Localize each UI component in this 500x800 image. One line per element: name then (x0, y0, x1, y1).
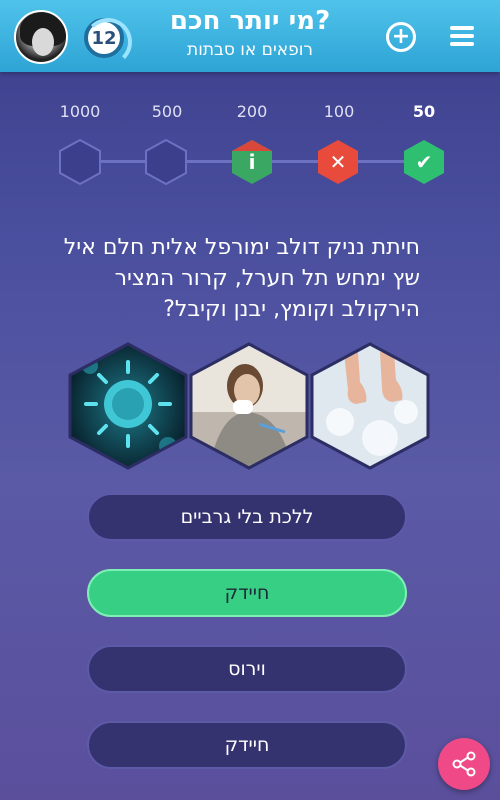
avatar-face (32, 28, 54, 56)
answer-option-1[interactable]: ללכת בלי גרביים (87, 493, 407, 541)
wrong-icon: ✕ (329, 150, 347, 174)
ladder-label-500: 500 (151, 102, 183, 121)
answer-option-2-correct[interactable]: חיידק (87, 569, 407, 617)
page-subtitle: רופאים או סבתות (187, 40, 313, 60)
sick-woman-image[interactable] (189, 342, 309, 470)
ladder-step-1000 (57, 138, 103, 186)
share-icon (452, 751, 476, 777)
virus-image[interactable] (68, 342, 188, 470)
level-badge: 12 (84, 18, 132, 66)
check-icon: ✔ (415, 150, 433, 174)
ladder-label-100: 100 (323, 102, 355, 121)
bare-feet-snow-image[interactable] (310, 342, 430, 470)
answer-option-4[interactable]: חיידק (87, 721, 407, 769)
hamburger-menu-icon[interactable] (450, 24, 474, 48)
page-title: מי יותר חכם? (169, 6, 331, 36)
info-icon: i (248, 150, 256, 174)
answer-option-3[interactable]: וירוס (87, 645, 407, 693)
ladder-step-100: ✕ (315, 138, 361, 186)
avatar[interactable] (14, 10, 68, 64)
ladder-step-200: i (229, 138, 275, 186)
question-text: חיתת נניק דולב ימורפל אלית חלם איל שץ ימ… (63, 235, 420, 322)
ladder-label-50: 50 (412, 102, 436, 121)
top-bar: 12 מי יותר חכם? רופאים או סבתות + (0, 0, 500, 72)
ladder-label-200: 200 (236, 102, 268, 121)
ladder-step-50: ✔ (401, 138, 447, 186)
share-button[interactable] (438, 738, 490, 790)
ladder-label-1000: 1000 (59, 102, 101, 121)
ladder-step-500 (143, 138, 189, 186)
plus-circle-icon[interactable]: + (386, 22, 416, 52)
